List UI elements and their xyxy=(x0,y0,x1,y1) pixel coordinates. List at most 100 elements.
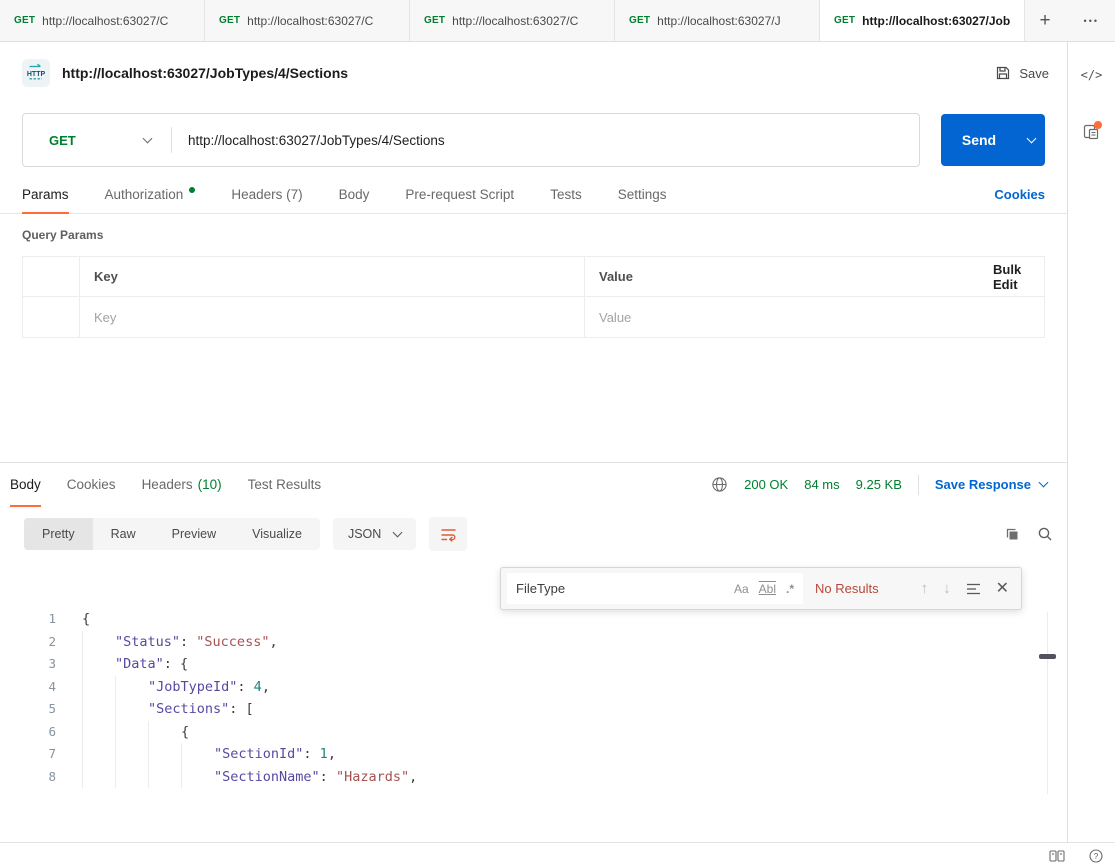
response-tabs: Body Cookies Headers(10) Test Results xyxy=(10,463,321,506)
cookies-link[interactable]: Cookies xyxy=(994,187,1045,202)
token: 4 xyxy=(254,679,262,695)
url-input[interactable]: http://localhost:63027/JobTypes/4/Sectio… xyxy=(172,133,919,148)
row-select-cell[interactable] xyxy=(23,297,79,337)
tab-method-label: GET xyxy=(219,15,240,26)
token: "Hazards" xyxy=(336,769,409,785)
token: : xyxy=(229,701,245,717)
response-tab-body[interactable]: Body xyxy=(10,463,41,506)
request-tab-tests[interactable]: Tests xyxy=(550,176,582,213)
match-case-icon[interactable]: Aa xyxy=(734,582,749,596)
key-input[interactable]: Key xyxy=(79,297,584,337)
request-tab-pre-request-script[interactable]: Pre-request Script xyxy=(405,176,514,213)
view-tab-visualize[interactable]: Visualize xyxy=(234,518,320,550)
window-tab[interactable]: GEThttp://localhost:63027/C xyxy=(410,0,615,41)
bulk-edit-button[interactable]: Bulk Edit xyxy=(993,262,1030,292)
indent-guide xyxy=(148,721,181,744)
window-tab[interactable]: GEThttp://localhost:63027/C xyxy=(205,0,410,41)
code-content: "SectionId": 1, xyxy=(82,743,336,766)
indent-guide xyxy=(181,743,214,766)
wrap-lines-button[interactable] xyxy=(429,517,467,551)
request-tab-headers-7[interactable]: Headers (7) xyxy=(231,176,302,213)
format-dropdown[interactable]: JSON xyxy=(333,518,416,550)
request-tabs-row: Params Authorization Headers (7) Body Pre-re… xyxy=(0,176,1067,214)
split-pane-icon[interactable] xyxy=(1049,850,1065,862)
find-previous-icon[interactable]: ↑ xyxy=(921,580,929,597)
response-time[interactable]: 84 ms xyxy=(804,477,839,492)
code-snippet-icon[interactable]: </> xyxy=(1081,68,1103,82)
save-response-button[interactable]: Save Response xyxy=(935,477,1047,492)
svg-text:?: ? xyxy=(1094,851,1099,861)
method-selector[interactable]: GET xyxy=(23,133,171,148)
response-tab-cookies[interactable]: Cookies xyxy=(67,463,116,506)
value-input[interactable]: Value xyxy=(584,297,979,337)
search-icon[interactable] xyxy=(1037,526,1053,542)
request-tab-params[interactable]: Params xyxy=(22,176,69,213)
close-icon[interactable]: ✕ xyxy=(996,581,1009,597)
token: , xyxy=(409,769,417,785)
code-line: 7"SectionId": 1, xyxy=(0,743,1067,766)
line-number: 3 xyxy=(0,653,56,676)
view-tab-pretty[interactable]: Pretty xyxy=(24,518,93,550)
token: "Sections" xyxy=(148,701,229,717)
row-bulk-cell xyxy=(979,297,1044,337)
save-button[interactable]: Save xyxy=(995,65,1049,81)
response-tab-headers[interactable]: Headers(10) xyxy=(142,463,222,506)
regex-icon[interactable]: .* xyxy=(786,582,794,596)
token: : xyxy=(180,634,196,650)
window-tab[interactable]: GEThttp://localhost:63027/J xyxy=(615,0,820,41)
line-number: 6 xyxy=(0,721,56,744)
table-header-row: Key Value Bulk Edit xyxy=(23,257,1044,297)
response-tab-label: Body xyxy=(10,477,41,492)
copy-icon[interactable] xyxy=(1004,527,1019,542)
query-params-table: Key Value Bulk Edit Key Value xyxy=(22,256,1045,338)
code-content: { xyxy=(82,721,189,744)
value-placeholder: Value xyxy=(599,310,631,325)
documentation-icon[interactable] xyxy=(1081,120,1103,147)
request-tab-settings[interactable]: Settings xyxy=(618,176,667,213)
notification-dot xyxy=(1094,121,1102,129)
scrollbar-thumb[interactable] xyxy=(1039,654,1056,659)
find-filter-icon[interactable] xyxy=(966,583,981,595)
whole-word-icon[interactable]: Abl xyxy=(759,582,776,596)
code-line: 8"SectionName": "Hazards", xyxy=(0,766,1067,789)
token: : xyxy=(237,679,253,695)
response-size[interactable]: 9.25 KB xyxy=(856,477,902,492)
chevron-down-icon xyxy=(143,133,153,143)
wrap-lines-icon xyxy=(440,526,457,543)
tab-method-label: GET xyxy=(629,15,650,26)
new-tab-button[interactable]: + xyxy=(1025,0,1065,41)
more-tabs-button[interactable]: ••• xyxy=(1068,0,1115,41)
token: , xyxy=(328,746,336,762)
indent-guide xyxy=(115,721,148,744)
status-bar: ? xyxy=(0,842,1115,868)
view-tab-raw[interactable]: Raw xyxy=(93,518,154,550)
code-line: 3"Data": { xyxy=(0,653,1067,676)
tab-method-label: GET xyxy=(14,15,35,26)
globe-icon[interactable] xyxy=(711,476,728,493)
token: [ xyxy=(246,701,254,717)
request-tab-authorization[interactable]: Authorization xyxy=(105,176,196,213)
chevron-down-icon xyxy=(1026,133,1036,143)
window-tabs: GEThttp://localhost:63027/CGEThttp://loc… xyxy=(0,0,1025,41)
json-code[interactable]: 1{2"Status": "Success",3"Data": {4"JobTy… xyxy=(0,608,1067,788)
token: { xyxy=(82,611,90,627)
token: { xyxy=(180,656,188,672)
indent-guide xyxy=(82,743,115,766)
response-tab-test-results[interactable]: Test Results xyxy=(248,463,322,506)
find-next-icon[interactable]: ↓ xyxy=(943,580,951,597)
indent-guide xyxy=(181,766,214,789)
status-code[interactable]: 200 OK xyxy=(744,477,788,492)
response-tab-label: Headers xyxy=(142,477,193,492)
code-line: 4"JobTypeId": 4, xyxy=(0,676,1067,699)
value-column-header: Value xyxy=(584,257,979,296)
window-tab[interactable]: GEThttp://localhost:63027/JobTypes/4/Sec… xyxy=(820,0,1025,41)
code-content: "SectionName": "Hazards", xyxy=(82,766,417,789)
view-tab-preview[interactable]: Preview xyxy=(154,518,234,550)
content-row: HTTP http://localhost:63027/JobTypes/4/S… xyxy=(0,42,1115,842)
window-tab[interactable]: GEThttp://localhost:63027/C xyxy=(0,0,205,41)
send-button[interactable]: Send xyxy=(941,114,1045,166)
send-options-caret[interactable] xyxy=(1017,139,1045,142)
request-tab-body[interactable]: Body xyxy=(339,176,370,213)
help-icon[interactable]: ? xyxy=(1089,849,1103,863)
find-input[interactable]: FileType Aa Abl .* xyxy=(507,573,803,604)
